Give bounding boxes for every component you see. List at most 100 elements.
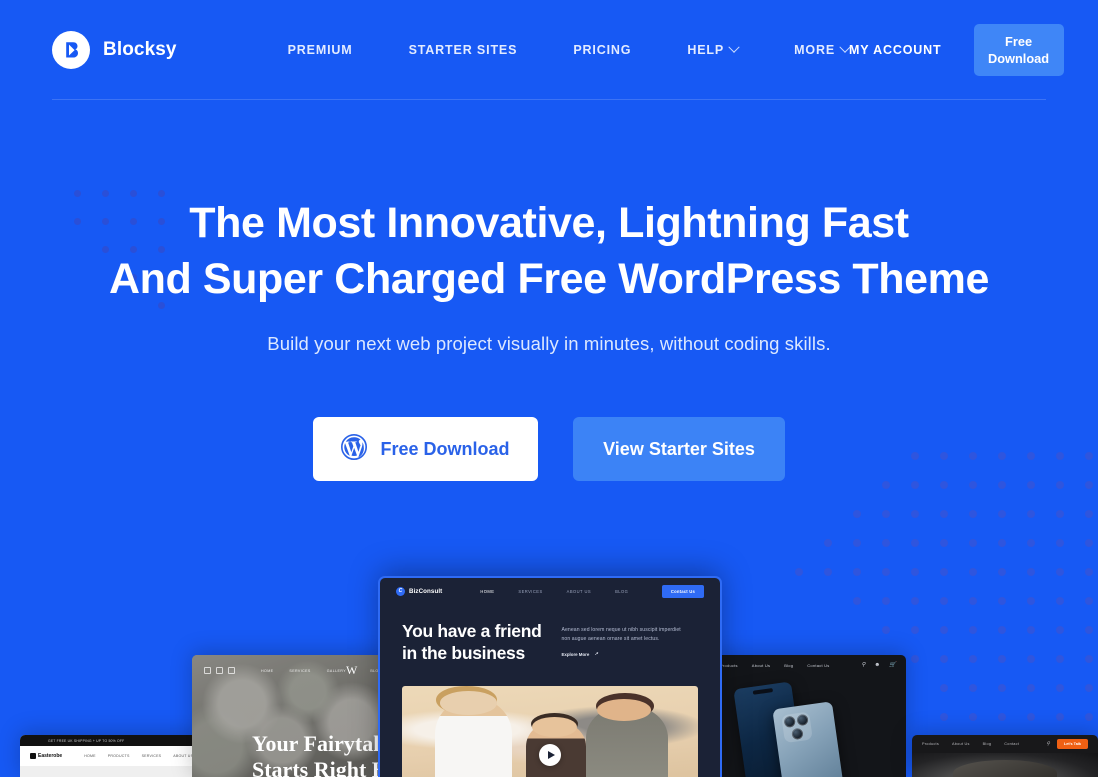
nav-item-label: HELP	[687, 43, 725, 57]
mockup-store-left[interactable]: GET FREE UK SHIPPING + UP TO 50% OFF Eas…	[20, 735, 210, 777]
nav-item-label: PRICING	[573, 43, 632, 57]
mockup-nav-link: HOME	[261, 668, 274, 673]
mockup-caps[interactable]: Products About Us Blog Contact ⚲ Let's T…	[912, 735, 1098, 777]
mockup-bizconsult-title-line-1: You have a friend	[402, 621, 542, 641]
mockup-wedding-title-line-1: Your Fairytale	[252, 731, 390, 756]
mockup-store-body	[20, 766, 210, 777]
mockup-explore-label: Explore More	[561, 651, 590, 657]
mockup-wedding-title: Your Fairytale Starts Right Here	[252, 731, 392, 777]
nav-item-help[interactable]: HELP	[687, 33, 740, 67]
hero-section: The Most Innovative, Lightning Fast And …	[0, 100, 1098, 481]
mockup-wedding[interactable]: HOME SERVICES GALLERY W BLOG CONTACT You…	[192, 655, 392, 777]
circle-c-icon: C	[396, 586, 405, 596]
photo-person-left-head	[440, 691, 497, 716]
mockup-bizconsult-brand-name: BizConsult	[409, 587, 443, 595]
decorative-dot	[998, 510, 1006, 518]
hero-free-download-label: Free Download	[380, 438, 510, 459]
site-header: Blocksy PREMIUM STARTER SITES PRICING HE…	[0, 0, 1098, 100]
decorative-dot	[853, 510, 861, 518]
decorative-dot	[882, 539, 890, 547]
arrow-up-right-icon: ↗	[594, 651, 598, 656]
mockup-wedding-title-line-2: Starts Right Here	[252, 757, 392, 777]
mockup-bizconsult-nav-links: HOME SERVICES ABOUT US BLOG	[480, 589, 628, 594]
brand-logo[interactable]: Blocksy	[52, 31, 177, 69]
mockup-bizconsult-hero: You have a friend in the business Aenean…	[380, 604, 720, 664]
mockup-nav-link: SERVICES	[141, 754, 162, 758]
mockup-bizconsult-photo	[402, 686, 698, 777]
header-free-download-button[interactable]: Free Download	[973, 24, 1064, 76]
play-icon[interactable]	[539, 744, 561, 767]
mockup-bizconsult-explore-link: Explore More ↗	[561, 651, 681, 657]
nav-item-label: STARTER SITES	[408, 43, 518, 57]
mockup-nav-link: Products	[922, 742, 939, 746]
cap-product-image	[952, 760, 1058, 777]
account-icon: ☻	[874, 662, 881, 668]
mockup-nav-link: About Us	[951, 742, 970, 746]
nav-item-more[interactable]: MORE	[794, 33, 851, 67]
mockup-phonestore[interactable]: Products About Us Blog Contact Us ⚲ ☻ 🛒	[710, 655, 906, 777]
decorative-dot	[1085, 481, 1093, 489]
chevron-down-icon	[728, 41, 740, 53]
decorative-dot	[1085, 510, 1093, 518]
twitter-icon	[216, 667, 223, 674]
mockup-store-promo-bar: GET FREE UK SHIPPING + UP TO 50% OFF	[20, 735, 210, 746]
mockup-store-promo-text: GET FREE UK SHIPPING + UP TO 50% OFF	[48, 738, 125, 743]
decorative-dot	[940, 481, 948, 489]
phone-back-image	[772, 701, 844, 777]
search-icon: ⚲	[861, 662, 866, 668]
facebook-icon	[204, 667, 211, 674]
instagram-icon	[228, 667, 235, 674]
my-account-link[interactable]: MY ACCOUNT	[849, 43, 942, 57]
mockup-bizconsult-title: You have a friend in the business	[402, 620, 542, 664]
mockup-phonestore-icons: ⚲ ☻ 🛒	[861, 662, 896, 668]
mockup-nav-link: ABOUT US	[173, 754, 194, 758]
mockup-nav-link: ABOUT US	[566, 588, 592, 594]
decorative-dot	[1027, 539, 1035, 547]
decorative-dot	[940, 510, 948, 518]
decorative-dot	[1056, 539, 1064, 547]
decorative-dot	[969, 539, 977, 547]
decorative-dot	[1056, 510, 1064, 518]
mockup-wedding-brand: W	[346, 663, 357, 677]
mockup-caps-nav-right: ⚲ Let's Talk	[1046, 739, 1088, 749]
theme-mockups-strip: GET FREE UK SHIPPING + UP TO 50% OFF Eas…	[0, 567, 1098, 777]
decorative-dot	[853, 539, 861, 547]
mockup-phonestore-nav: Products About Us Blog Contact Us ⚲ ☻ 🛒	[710, 655, 906, 675]
nav-item-pricing[interactable]: PRICING	[573, 33, 631, 67]
decorative-dot	[969, 510, 977, 518]
mockup-wedding-nav: HOME SERVICES GALLERY W BLOG CONTACT	[192, 663, 392, 678]
search-icon: ⚲	[1046, 741, 1050, 747]
hero-subheadline: Build your next web project visually in …	[267, 333, 831, 354]
landing-page: Blocksy PREMIUM STARTER SITES PRICING HE…	[0, 0, 1098, 777]
mockup-nav-link: SERVICES	[518, 588, 543, 594]
mockup-wedding-nav-links: HOME SERVICES GALLERY	[261, 669, 346, 673]
mockup-bizconsult[interactable]: C BizConsult HOME SERVICES ABOUT US BLOG…	[380, 578, 720, 777]
mockup-bizconsult-paragraph: Aenean sed lorem neque ut nibh suscipit …	[561, 627, 681, 642]
mockup-nav-link: Blog	[784, 662, 794, 668]
decorative-dot	[824, 539, 832, 547]
mockup-nav-link: HOME	[84, 754, 96, 758]
mockup-nav-link: Contact Us	[807, 662, 830, 668]
decorative-dot	[1027, 481, 1035, 489]
brand-name: Blocksy	[103, 39, 177, 60]
hero-view-starter-sites-button[interactable]: View Starter Sites	[573, 417, 785, 481]
mockup-caps-cta-button: Let's Talk	[1056, 739, 1088, 749]
nav-item-premium[interactable]: PREMIUM	[288, 33, 353, 67]
phone-notch	[752, 688, 774, 695]
mockup-phonestore-nav-links: Products About Us Blog Contact Us	[720, 663, 830, 668]
decorative-dot	[911, 510, 919, 518]
hero-free-download-button[interactable]: Free Download	[313, 417, 538, 481]
cart-icon: 🛒	[889, 662, 896, 668]
decorative-dot	[911, 539, 919, 547]
nav-item-starter-sites[interactable]: STARTER SITES	[409, 33, 518, 67]
mockup-caps-nav: Products About Us Blog Contact ⚲ Let's T…	[912, 735, 1098, 753]
decorative-dot	[940, 539, 948, 547]
headline-line-2: And Super Charged Free WordPress Theme	[108, 255, 990, 303]
headline-line-1: The Most Innovative, Lightning Fast	[189, 199, 909, 247]
photo-person-right-head	[597, 698, 651, 721]
mockup-store-nav-links: HOME PRODUCTS SERVICES ABOUT US	[84, 754, 193, 758]
store-logo-icon	[30, 753, 36, 759]
decorative-dot	[1027, 510, 1035, 518]
mockup-phonestore-stage	[710, 675, 906, 777]
hero-cta-row: Free Download View Starter Sites	[0, 417, 1098, 481]
